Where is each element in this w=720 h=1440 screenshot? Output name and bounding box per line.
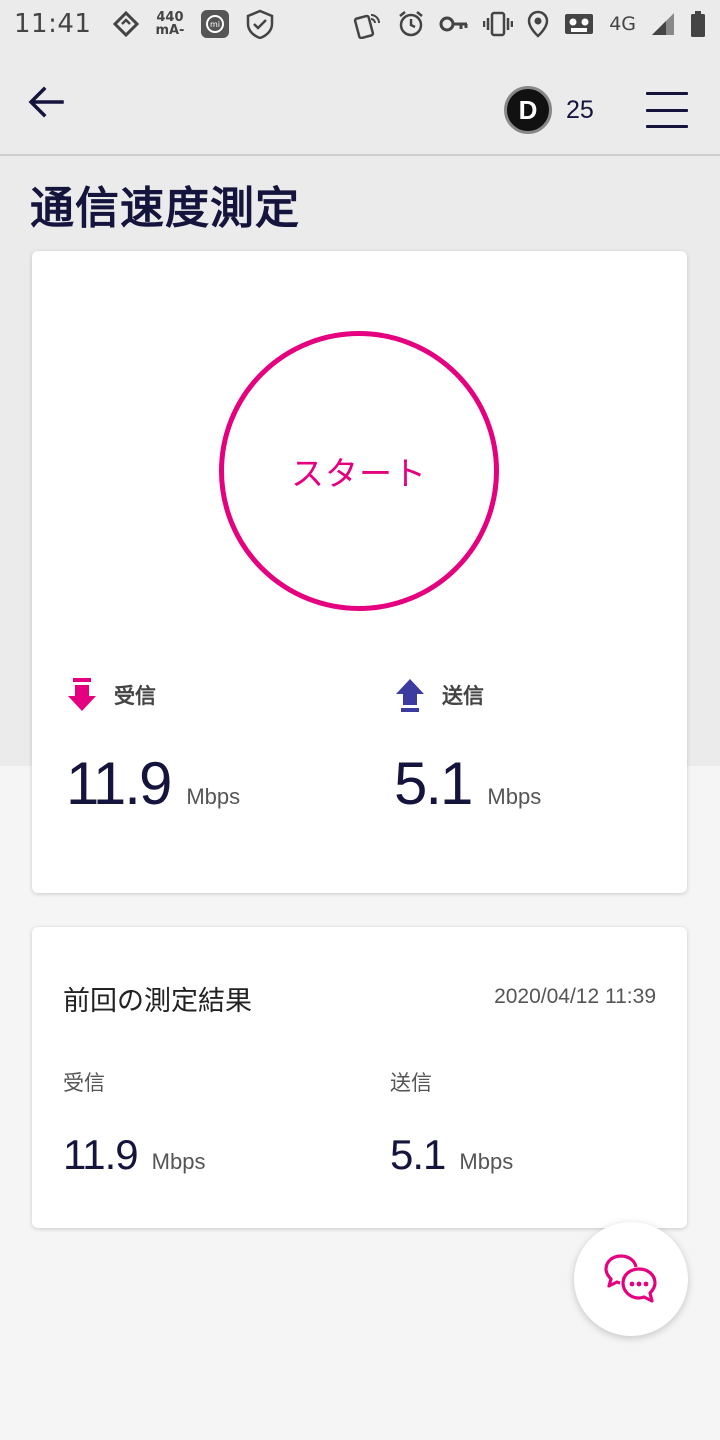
back-button[interactable]: [24, 80, 68, 124]
page-title: 通信速度測定: [30, 183, 300, 234]
d-points-count: 25: [566, 95, 594, 124]
d-points-badge: D: [504, 86, 552, 134]
location-icon: [527, 10, 549, 38]
upload-unit: Mbps: [487, 784, 542, 809]
upload-arrow-icon: [396, 679, 424, 712]
status-time: 11:41: [14, 9, 92, 39]
upload-label: 送信: [442, 684, 484, 708]
status-bar: 11:41 440 mA- mi 4G: [0, 0, 720, 48]
menu-button[interactable]: [646, 92, 688, 128]
previous-download: 受信 11.9 Mbps: [63, 1067, 205, 1179]
upload-value: 5.1: [394, 750, 473, 817]
download-metric: 受信 11.9 Mbps: [66, 677, 240, 818]
download-unit: Mbps: [186, 784, 241, 809]
previous-result-date: 2020/04/12 11:39: [494, 985, 656, 1008]
download-label: 受信: [114, 684, 156, 708]
signal-icon: [650, 11, 676, 37]
d-points-indicator[interactable]: D 25: [504, 86, 594, 134]
svg-text:mi: mi: [210, 20, 220, 29]
arrow-left-icon: [28, 86, 64, 118]
previous-download-unit: Mbps: [151, 1149, 206, 1174]
mi-app-icon: mi: [200, 9, 230, 39]
previous-result-title: 前回の測定結果: [63, 986, 252, 1017]
chat-support-button[interactable]: [574, 1222, 688, 1336]
start-button-label: スタート: [291, 454, 427, 493]
shield-icon: [246, 9, 274, 39]
hamburger-icon-bar: [646, 108, 688, 112]
previous-download-value: 11.9: [63, 1131, 139, 1178]
network-type: 4G: [609, 13, 636, 35]
hamburger-icon-bar: [646, 92, 688, 95]
previous-download-label: 受信: [63, 1071, 105, 1095]
start-button[interactable]: スタート: [219, 331, 499, 611]
download-arrow-icon: [68, 678, 96, 711]
tasker-icon: [113, 11, 140, 37]
chat-bubbles-icon: [604, 1254, 657, 1303]
app-header: D 25: [0, 48, 720, 156]
previous-upload: 送信 5.1 Mbps: [390, 1067, 513, 1179]
current-unit: mA-: [155, 23, 185, 38]
previous-upload-label: 送信: [390, 1071, 432, 1095]
previous-upload-value: 5.1: [390, 1131, 446, 1178]
nfc-icon: [353, 9, 383, 39]
alarm-icon: [397, 10, 425, 38]
upload-metric: 送信 5.1 Mbps: [394, 677, 541, 818]
vpn-key-icon: [439, 14, 469, 34]
vibrate-icon: [483, 10, 514, 38]
previous-upload-unit: Mbps: [459, 1149, 514, 1174]
hamburger-icon-bar: [646, 125, 688, 128]
previous-result-card: 前回の測定結果 2020/04/12 11:39 受信 11.9 Mbps 送信…: [32, 927, 687, 1228]
speed-test-card: スタート 受信 11.9 Mbps 送信 5.1 Mbps: [32, 251, 687, 893]
download-value: 11.9: [66, 750, 172, 817]
current-readout: 440 mA-: [155, 11, 184, 37]
battery-icon: [690, 10, 706, 38]
cassette-icon: [563, 11, 595, 37]
